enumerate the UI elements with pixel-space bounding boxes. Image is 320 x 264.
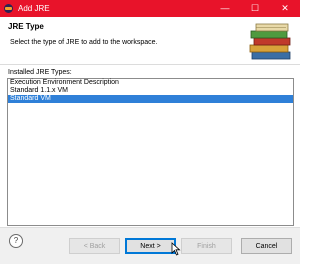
wizard-body: Installed JRE Types: Execution Environme…	[0, 65, 300, 226]
minimize-button[interactable]: —	[210, 0, 240, 17]
cancel-button[interactable]: Cancel	[241, 238, 292, 254]
help-button[interactable]: ?	[9, 234, 23, 248]
mouse-cursor-icon	[171, 242, 181, 256]
close-button[interactable]: ✕	[270, 0, 300, 17]
window-title: Add JRE	[18, 4, 50, 13]
jre-type-list[interactable]: Execution Environment Description Standa…	[7, 78, 294, 226]
next-button[interactable]: Next >	[125, 238, 176, 254]
books-icon	[249, 23, 291, 60]
wizard-footer: ? < Back Next > Finish Cancel	[0, 227, 300, 264]
jre-type-item-standard-vm[interactable]: Standard VM	[8, 95, 293, 103]
maximize-button[interactable]: ☐	[240, 0, 270, 17]
jre-type-item-standard-11x-vm[interactable]: Standard 1.1.x VM	[8, 87, 293, 95]
page-description: Select the type of JRE to add to the wor…	[10, 39, 158, 46]
jre-type-item-execution-environment[interactable]: Execution Environment Description	[8, 79, 293, 87]
jre-types-label: Installed JRE Types:	[8, 69, 72, 76]
back-button[interactable]: < Back	[69, 238, 120, 254]
title-bar[interactable]: Add JRE — ☐ ✕	[0, 0, 300, 17]
eclipse-app-icon	[4, 4, 13, 13]
finish-button[interactable]: Finish	[181, 238, 232, 254]
wizard-header: JRE Type Select the type of JRE to add t…	[0, 17, 300, 65]
page-title: JRE Type	[8, 22, 44, 31]
